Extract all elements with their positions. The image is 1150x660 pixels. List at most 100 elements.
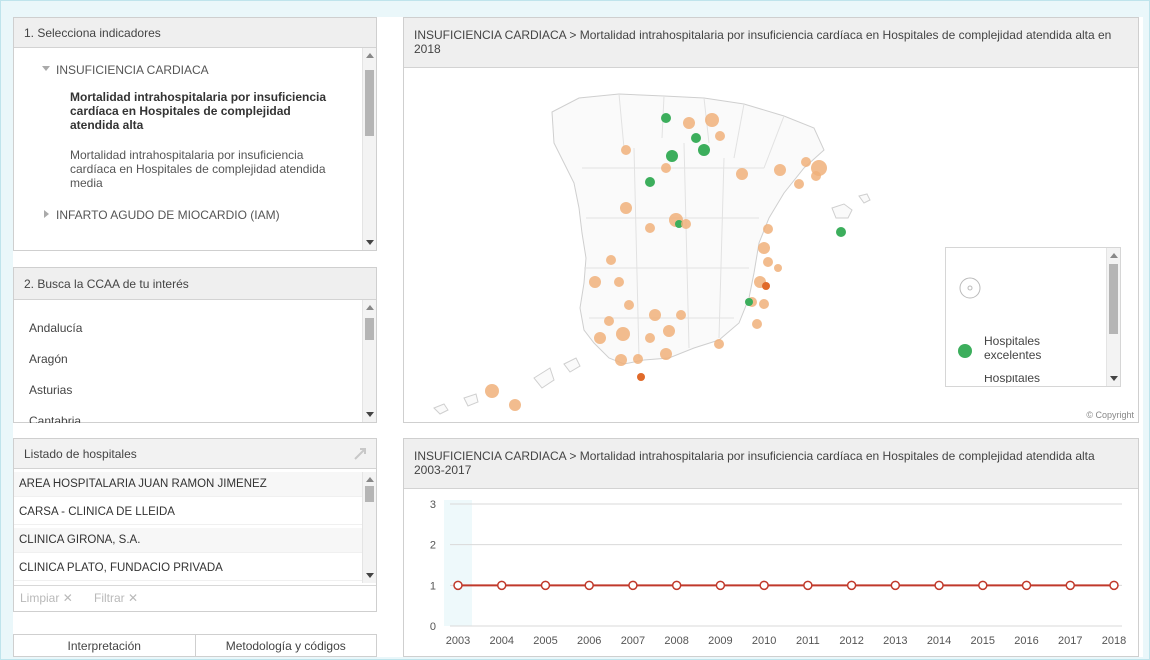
chart-xtick-label: 2007 <box>621 635 645 647</box>
chart-panel-title: INSUFICIENCIA CARDIACA > Mortalidad intr… <box>414 449 1095 477</box>
chart-xtick-label: 2013 <box>883 635 907 647</box>
indicators-panel-title: 1. Selecciona indicadores <box>24 25 161 40</box>
ccaa-item[interactable]: Aragón <box>29 352 68 366</box>
chart-xtick-label: 2018 <box>1102 635 1126 647</box>
hospitals-panel-title: Listado de hospitales <box>24 446 137 461</box>
chart-point <box>934 580 944 591</box>
chart-xtick-label: 2003 <box>446 635 470 647</box>
chart-xtick-label: 2015 <box>971 635 995 647</box>
indicators-scrollbar[interactable] <box>362 48 376 250</box>
hospitals-scrollbar[interactable] <box>362 472 376 583</box>
map-legend: Hospitales excelentes Hospitales <box>945 247 1121 387</box>
hospital-row[interactable]: CARSA - CLINICA DE LLEIDA <box>14 500 362 525</box>
scroll-up-arrow[interactable] <box>1110 253 1118 258</box>
circle-size-icon <box>959 277 981 299</box>
map-panel: INSUFICIENCIA CARDIACA > Mortalidad intr… <box>403 17 1139 423</box>
hospital-row[interactable]: AREA HOSPITALARIA JUAN RAMON JIMENEZ <box>14 472 362 497</box>
scroll-thumb[interactable] <box>1109 264 1118 334</box>
app-frame: 1. Selecciona indicadores INSUFICIENCIA … <box>0 0 1150 660</box>
indicators-panel: 1. Selecciona indicadores INSUFICIENCIA … <box>13 17 377 251</box>
chart-xtick-label: 2016 <box>1014 635 1038 647</box>
hospital-row[interactable]: CLINICA GIRONA, S.A. <box>14 528 362 553</box>
scroll-down-arrow[interactable] <box>366 412 374 417</box>
close-icon: ✕ <box>62 591 73 605</box>
chart-point <box>846 580 857 591</box>
map-copyright[interactable]: © Copyright <box>1086 410 1134 420</box>
legend-item-excellent: Hospitales excelentes <box>984 334 1042 362</box>
chart-xtick-label: 2014 <box>927 635 951 647</box>
scroll-up-arrow[interactable] <box>366 53 374 58</box>
ccaa-panel: 2. Busca la CCAA de tu interés Andalucía… <box>13 267 377 423</box>
chart-point <box>715 580 726 591</box>
chart-point <box>540 580 551 591</box>
chart-point <box>671 580 682 591</box>
chart-xtick-label: 2009 <box>708 635 732 647</box>
chart-point <box>978 580 988 591</box>
chart-point <box>453 580 463 591</box>
hospitals-panel-header: Listado de hospitales <box>14 439 376 469</box>
clear-label: Limpiar <box>20 591 60 605</box>
scroll-down-arrow[interactable] <box>1110 376 1118 381</box>
chart-xtick-label: 2006 <box>577 635 601 647</box>
clear-button[interactable]: Limpiar ✕ <box>20 591 73 605</box>
chart-ytick-label: 2 <box>430 540 436 552</box>
ccaa-scrollbar[interactable] <box>362 300 376 422</box>
bottom-tabs: Interpretación Metodología y códigos <box>13 634 377 657</box>
chart-point <box>890 580 901 591</box>
chart-highlight-band <box>444 500 472 626</box>
indicator-tree: INSUFICIENCIA CARDIACA Mortalidad intrah… <box>14 48 362 250</box>
indicators-panel-header: 1. Selecciona indicadores <box>14 18 376 48</box>
indicator-item-media[interactable]: Mortalidad intrahospitalaria por insufic… <box>70 148 340 190</box>
scroll-down-arrow[interactable] <box>366 240 374 245</box>
expand-icon[interactable] <box>44 210 49 218</box>
scroll-thumb[interactable] <box>365 70 374 136</box>
chart-ytick-label: 1 <box>430 580 436 592</box>
map-balearic <box>831 193 871 219</box>
chart-point <box>1065 580 1076 591</box>
expand-icon[interactable] <box>352 446 368 462</box>
hospital-name: CARSA - CLINICA DE LLEIDA <box>19 506 175 518</box>
chart-ytick-label: 0 <box>430 621 436 633</box>
scroll-thumb[interactable] <box>365 486 374 502</box>
tree-node-iam[interactable]: INFARTO AGUDO DE MIOCARDIO (IAM) <box>44 208 280 222</box>
ccaa-item[interactable]: Asturias <box>29 383 72 397</box>
chart-point <box>803 580 813 591</box>
ccaa-panel-title: 2. Busca la CCAA de tu interés <box>24 276 189 291</box>
chart-point <box>759 580 769 591</box>
chart-panel: INSUFICIENCIA CARDIACA > Mortalidad intr… <box>403 438 1139 657</box>
chart-point <box>1021 580 1032 591</box>
hospital-name: CLINICA GIRONA, S.A. <box>19 534 141 546</box>
collapse-icon[interactable] <box>42 66 50 71</box>
chart-xtick-label: 2017 <box>1058 635 1082 647</box>
scroll-down-arrow[interactable] <box>366 573 374 578</box>
map-panel-header: INSUFICIENCIA CARDIACA > Mortalidad intr… <box>404 18 1138 68</box>
filter-button[interactable]: Filtrar ✕ <box>94 591 138 605</box>
close-icon: ✕ <box>128 591 139 605</box>
chart-xtick-label: 2010 <box>752 635 776 647</box>
chart-xtick-label: 2004 <box>489 635 513 647</box>
legend-green-icon <box>958 344 972 358</box>
ccaa-item[interactable]: Cantabria <box>29 414 81 423</box>
chart-panel-header: INSUFICIENCIA CARDIACA > Mortalidad intr… <box>404 439 1138 489</box>
hospitals-actions: Limpiar ✕ Filtrar ✕ <box>14 585 376 612</box>
chart-xtick-label: 2011 <box>796 635 820 647</box>
hospital-row[interactable]: CLINICA PLATO, FUNDACIO PRIVADA <box>14 556 362 581</box>
scroll-up-arrow[interactable] <box>366 477 374 482</box>
tab-metodologia[interactable]: Metodología y códigos <box>195 634 377 657</box>
chart-point <box>496 580 507 591</box>
ccaa-item[interactable]: Andalucía <box>29 321 82 335</box>
map-canary <box>433 357 581 415</box>
chart-ytick-label: 3 <box>430 499 436 511</box>
tree-node-insuficiencia[interactable]: INSUFICIENCIA CARDIACA <box>42 63 209 77</box>
chart-point <box>628 580 638 591</box>
legend-scrollbar[interactable] <box>1106 248 1120 386</box>
line-chart[interactable]: 0 1 2 3 2003 2004 2005 2006 2007 2008 2009 2010 2011… <box>404 490 1138 657</box>
chart-point <box>1109 580 1119 591</box>
scroll-up-arrow[interactable] <box>366 305 374 310</box>
scroll-thumb[interactable] <box>365 318 374 340</box>
tab-interpretacion[interactable]: Interpretación <box>13 634 196 657</box>
indicator-item-alta[interactable]: Mortalidad intrahospitalaria por insufic… <box>70 90 340 132</box>
app-body: 1. Selecciona indicadores INSUFICIENCIA … <box>13 17 1143 657</box>
filter-label: Filtrar <box>94 591 125 605</box>
hospital-name: AREA HOSPITALARIA JUAN RAMON JIMENEZ <box>19 478 267 490</box>
